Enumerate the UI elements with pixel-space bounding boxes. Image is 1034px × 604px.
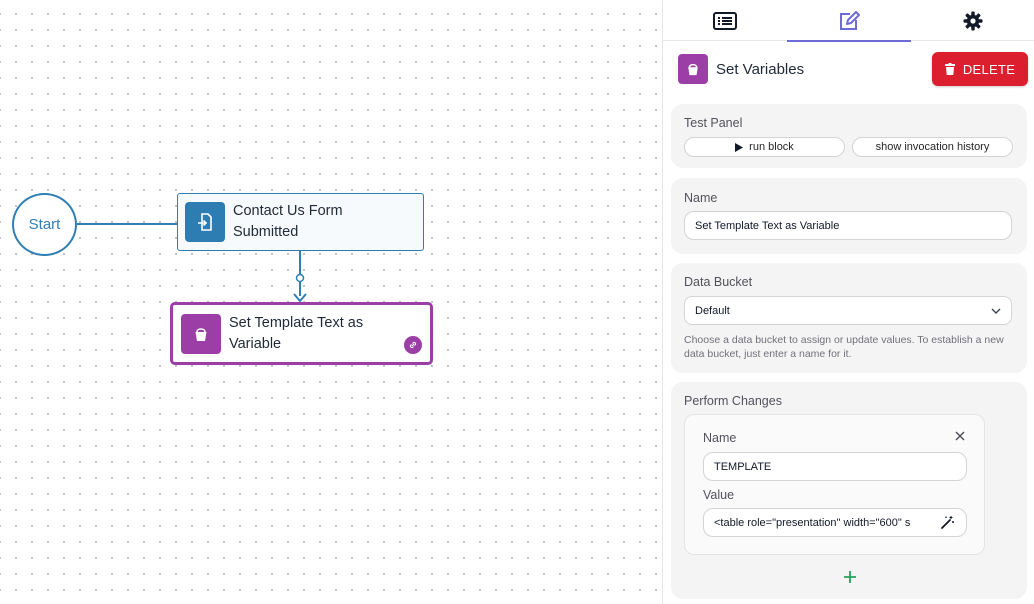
trigger-node-label: Contact Us Form Submitted xyxy=(233,203,343,240)
perform-changes-card: Perform Changes Name Value xyxy=(671,382,1027,599)
panel-tabs xyxy=(663,0,1034,42)
action-node-label: Set Template Text as Variable xyxy=(229,314,364,352)
plus-icon xyxy=(844,571,856,583)
name-input[interactable] xyxy=(684,211,1012,240)
name-card: Name xyxy=(671,178,1027,254)
change-name-label: Name xyxy=(703,431,737,445)
list-icon xyxy=(713,11,737,30)
show-history-button[interactable]: show invocation history xyxy=(852,137,1013,157)
add-change-button[interactable] xyxy=(842,569,858,585)
tab-edit[interactable] xyxy=(787,0,911,42)
change-name-input[interactable] xyxy=(703,452,967,481)
change-value-field xyxy=(703,508,967,537)
data-bucket-helper: Choose a data bucket to assign or update… xyxy=(684,334,1004,360)
data-bucket-card: Data Bucket Default Choose a data bucket… xyxy=(671,263,1027,373)
properties-panel: Set Variables DELETE Test Panel run bloc… xyxy=(662,0,1034,604)
run-block-label: run block xyxy=(749,141,794,153)
run-block-button[interactable]: run block xyxy=(684,137,845,157)
close-icon[interactable] xyxy=(954,430,966,442)
data-bucket-select[interactable]: Default xyxy=(684,296,1012,325)
data-bucket-label: Data Bucket xyxy=(684,275,753,289)
change-item: Name Value xyxy=(684,414,985,555)
tab-list[interactable] xyxy=(663,0,787,41)
form-submit-icon xyxy=(185,202,225,242)
workflow-canvas[interactable]: Start Contact Us Form Submitted Set Temp… xyxy=(0,0,662,604)
bucket-icon xyxy=(181,313,221,354)
perform-changes-label: Perform Changes xyxy=(684,394,782,408)
tab-settings[interactable] xyxy=(911,0,1034,41)
gear-icon xyxy=(963,11,983,30)
bucket-icon xyxy=(678,54,708,84)
change-value-label: Value xyxy=(703,488,735,502)
trigger-node[interactable]: Contact Us Form Submitted xyxy=(177,193,424,251)
test-panel-label: Test Panel xyxy=(684,116,743,130)
edit-icon xyxy=(840,10,860,30)
test-panel-card: Test Panel run block show invocation his… xyxy=(671,104,1027,168)
panel-title: Set Variables xyxy=(716,60,805,78)
play-icon xyxy=(735,142,744,152)
magic-wand-icon[interactable] xyxy=(941,515,955,534)
delete-button-label: DELETE xyxy=(962,61,1016,77)
data-bucket-selected: Default xyxy=(695,304,730,317)
delete-button[interactable]: DELETE xyxy=(932,52,1028,86)
start-node[interactable]: Start xyxy=(12,193,77,256)
show-history-label: show invocation history xyxy=(875,141,990,153)
chevron-down-icon xyxy=(991,308,1001,314)
change-value-input[interactable] xyxy=(703,508,967,537)
trash-icon xyxy=(944,63,955,75)
action-node[interactable]: Set Template Text as Variable xyxy=(170,302,433,365)
edge-connector-dot[interactable] xyxy=(295,273,305,283)
start-node-label: Start xyxy=(28,216,61,233)
name-label: Name xyxy=(684,191,718,205)
link-icon[interactable] xyxy=(404,336,422,354)
